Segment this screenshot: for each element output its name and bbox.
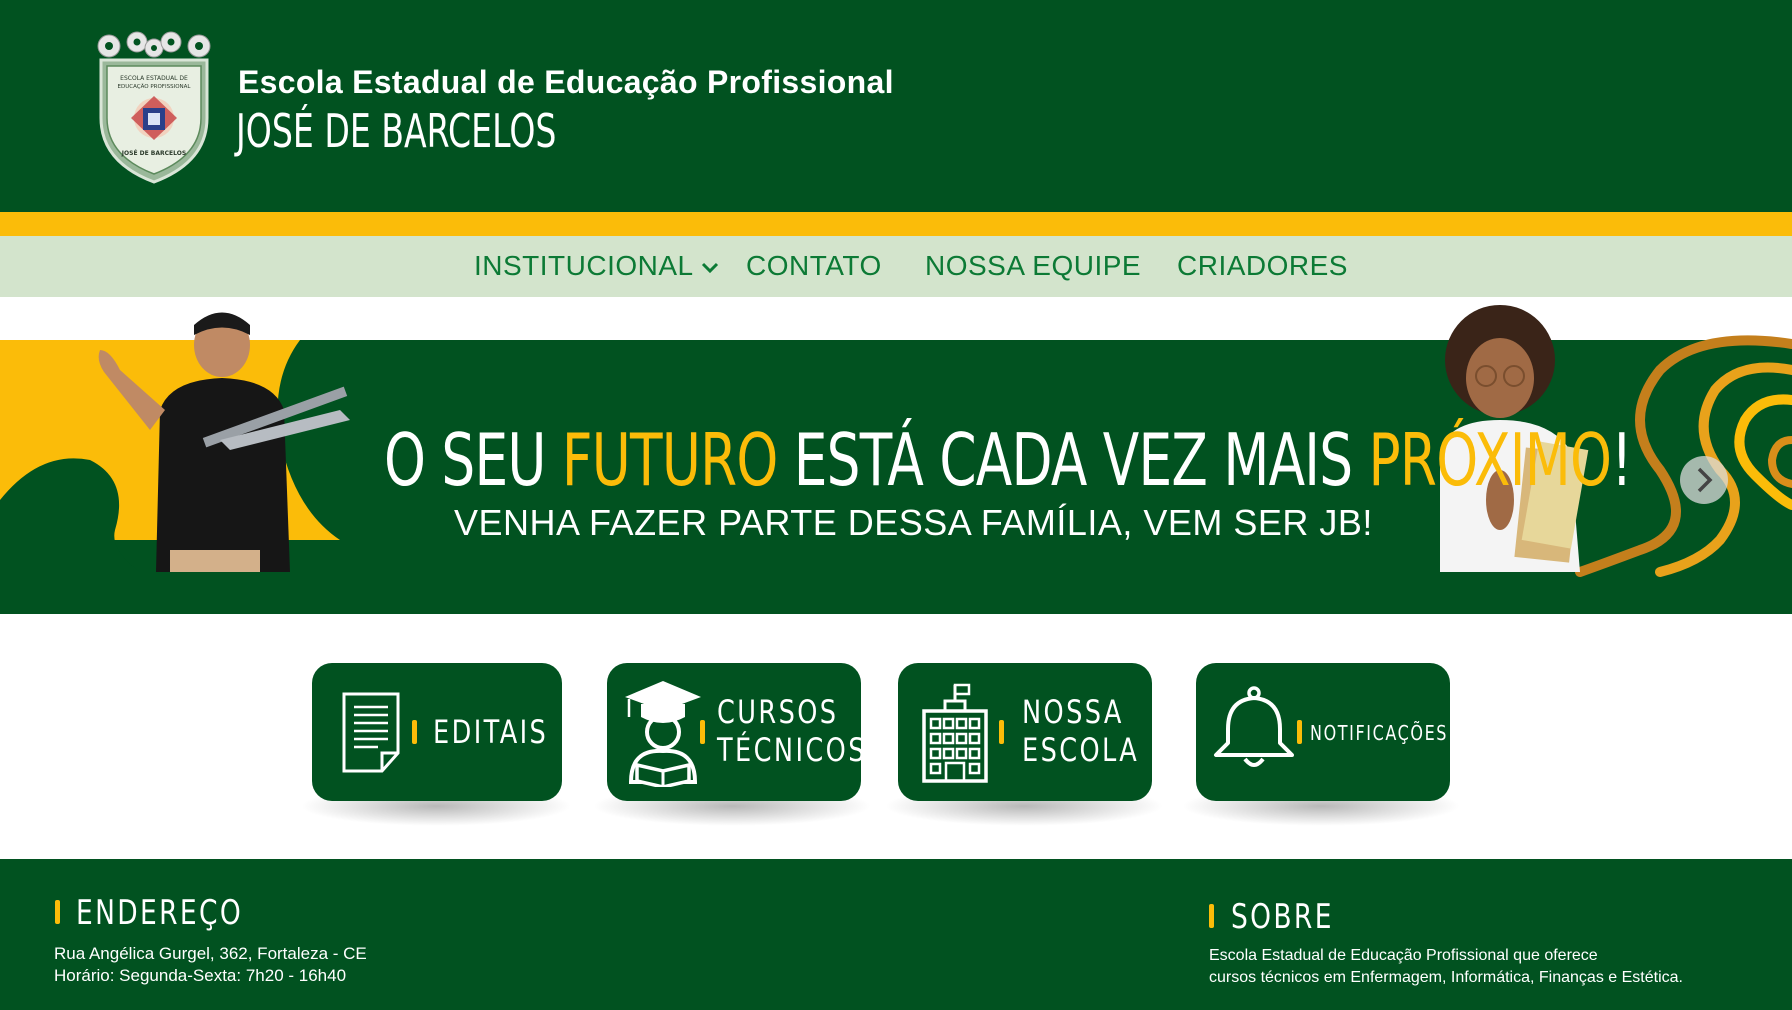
footer-accent-bar [55, 900, 60, 924]
nossa-escola-card[interactable]: NOSSA ESCOLA [898, 663, 1152, 801]
logo-text-name: JOSÉ DE BARCELOS [121, 149, 186, 157]
label-line2: TÉCNICOS [717, 731, 867, 769]
card-accent-bar [700, 720, 705, 744]
chevron-right-icon [1697, 467, 1713, 493]
about-line1: Escola Estadual de Educação Profissional… [1209, 947, 1598, 964]
site-header: ESCOLA ESTADUAL DE EDUCAÇÃO PROFISSIONAL… [0, 0, 1792, 212]
footer-accent-bar [1209, 904, 1214, 928]
headline-part1: O SEU [384, 418, 562, 502]
card-accent-bar [412, 720, 417, 744]
cursos-tecnicos-label: CURSOS TÉCNICOS [717, 693, 867, 769]
chevron-down-icon [701, 262, 718, 273]
address-title: ENDEREÇO [76, 893, 244, 933]
editais-label: EDITAIS [433, 713, 549, 751]
headline-highlight-futuro: FUTURO [561, 418, 778, 502]
building-icon [922, 683, 988, 783]
headline-part2: ESTÁ CADA VEZ MAIS [777, 418, 1369, 502]
editais-card[interactable]: EDITAIS [312, 663, 562, 801]
address-line: Rua Angélica Gurgel, 362, Fortaleza - CE [54, 944, 367, 963]
notificacoes-label: NOTIFICAÇÕES [1310, 721, 1449, 745]
logo-text-line2: EDUCAÇÃO PROFISSIONAL [118, 83, 192, 90]
hero-subline: VENHA FAZER PARTE DESSA FAMÍLIA, VEM SER… [454, 502, 1373, 543]
school-subtitle: Escola Estadual de Educação Profissional [238, 64, 894, 100]
header-accent-stripe [0, 212, 1792, 236]
nav-item-contato[interactable]: CONTATO [746, 250, 882, 282]
label-line1: CURSOS [717, 693, 839, 731]
card-accent-bar [1297, 720, 1302, 744]
nav-item-criadores[interactable]: CRIADORES [1177, 250, 1348, 282]
about-title: SOBRE [1231, 897, 1334, 937]
nav-item-institucional[interactable]: INSTITUCIONAL [474, 250, 720, 282]
card-accent-bar [999, 720, 1004, 744]
school-name: JOSÉ DE BARCELOS [236, 104, 557, 158]
about-line2: cursos técnicos em Enfermagem, Informáti… [1209, 969, 1683, 986]
page: ESCOLA ESTADUAL DE EDUCAÇÃO PROFISSIONAL… [0, 0, 1792, 1010]
label-line2: ESCOLA [1022, 731, 1140, 769]
cursos-tecnicos-card[interactable]: CURSOS TÉCNICOS [607, 663, 864, 801]
graduate-icon [625, 681, 701, 787]
document-icon [342, 692, 400, 773]
nossa-escola-label: NOSSA ESCOLA [1022, 693, 1139, 769]
school-logo[interactable]: ESCOLA ESTADUAL DE EDUCAÇÃO PROFISSIONAL… [95, 30, 213, 186]
headline-part3: ! [1611, 418, 1632, 502]
site-footer: ENDEREÇO Rua Angélica Gurgel, 362, Forta… [0, 859, 1792, 1010]
hero-headline: O SEU FUTURO ESTÁ CADA VEZ MAIS PRÓXIMO! [384, 418, 1633, 502]
label-line1: NOSSA [1022, 693, 1124, 731]
notificacoes-card[interactable]: NOTIFICAÇÕES [1196, 663, 1450, 801]
nav-item-label: INSTITUCIONAL [474, 250, 694, 281]
nav-item-nossa-equipe[interactable]: NOSSA EQUIPE [925, 250, 1141, 282]
hours-line: Horário: Segunda-Sexta: 7h20 - 16h40 [54, 966, 347, 985]
headline-highlight-proximo: PRÓXIMO [1368, 418, 1612, 502]
bell-icon [1214, 686, 1294, 767]
main-nav: INSTITUCIONAL CONTATO NOSSA EQUIPE CRIAD… [0, 236, 1792, 297]
carousel-next-button[interactable] [1680, 456, 1728, 504]
logo-text-line1: ESCOLA ESTADUAL DE [120, 75, 188, 82]
